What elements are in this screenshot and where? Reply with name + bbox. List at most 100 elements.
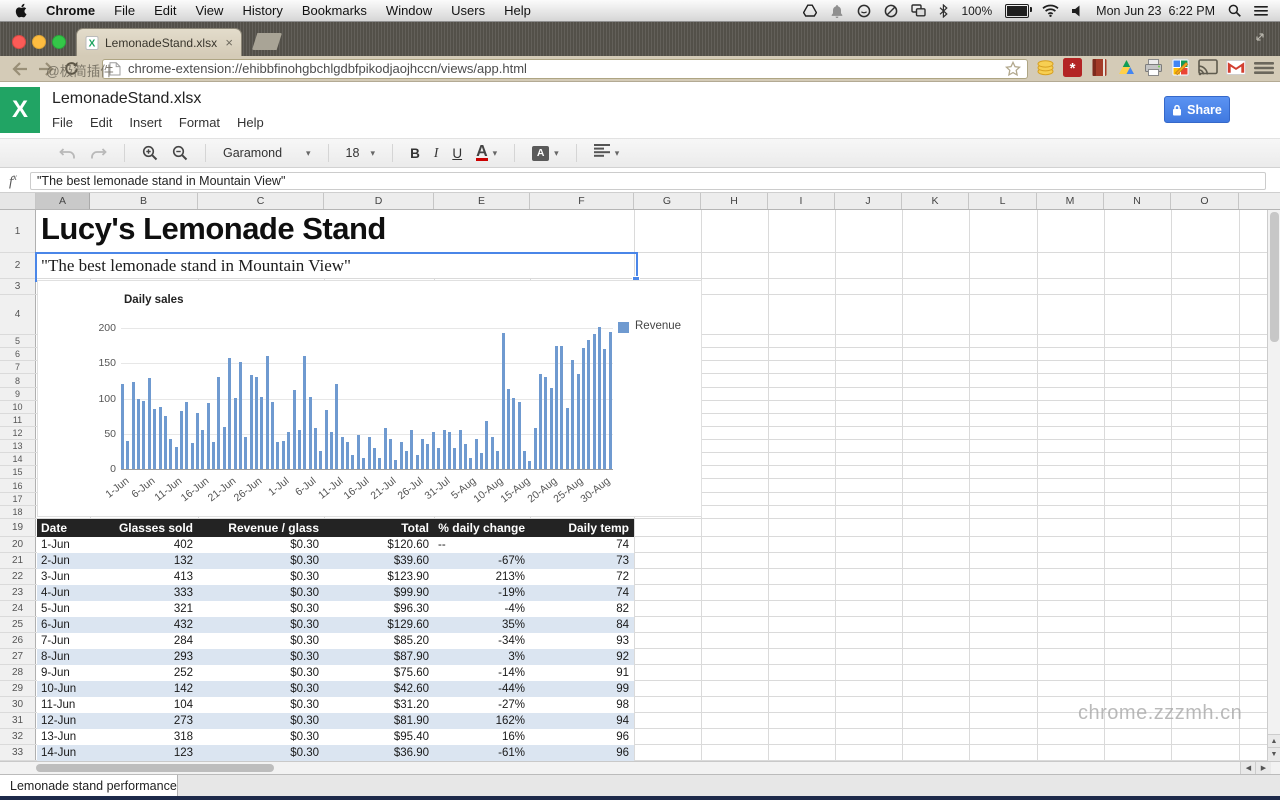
fill-color-button[interactable]: A ▾: [532, 145, 559, 161]
table-cell[interactable]: -14%: [434, 665, 530, 681]
table-cell[interactable]: $0.30: [198, 601, 324, 617]
window-resize-icon[interactable]: [1254, 30, 1266, 48]
redo-button[interactable]: [90, 147, 107, 160]
column-header-d[interactable]: D: [324, 193, 434, 209]
table-cell[interactable]: 9-Jun: [37, 665, 90, 681]
back-button[interactable]: [12, 62, 28, 76]
table-cell[interactable]: -34%: [434, 633, 530, 649]
table-cell[interactable]: 10-Jun: [37, 681, 90, 697]
row-header-26[interactable]: 26: [0, 633, 36, 648]
mac-menu-bookmarks[interactable]: Bookmarks: [302, 3, 367, 18]
table-cell[interactable]: 7-Jun: [37, 633, 90, 649]
table-cell[interactable]: 402: [90, 537, 198, 553]
row-header-5[interactable]: 5: [0, 335, 36, 347]
row-header-16[interactable]: 16: [0, 479, 36, 492]
bookmark-star-icon[interactable]: [1005, 60, 1021, 77]
table-header-cell[interactable]: % daily change: [434, 519, 530, 537]
table-cell[interactable]: 14-Jun: [37, 745, 90, 761]
column-header-k[interactable]: K: [902, 193, 969, 209]
table-cell[interactable]: $75.60: [324, 665, 434, 681]
table-cell[interactable]: 73: [530, 553, 634, 569]
scroll-right-arrow[interactable]: ▶: [1255, 762, 1271, 774]
table-cell[interactable]: $0.30: [198, 569, 324, 585]
table-header-cell[interactable]: Revenue / glass: [198, 519, 324, 537]
table-cell[interactable]: 82: [530, 601, 634, 617]
table-cell[interactable]: $42.60: [324, 681, 434, 697]
table-cell[interactable]: $129.60: [324, 617, 434, 633]
mac-menu-file[interactable]: File: [114, 3, 135, 18]
table-cell[interactable]: -4%: [434, 601, 530, 617]
apple-icon[interactable]: [14, 3, 27, 18]
table-cell[interactable]: 12-Jun: [37, 713, 90, 729]
window-minimize-button[interactable]: [32, 35, 46, 49]
table-cell[interactable]: 321: [90, 601, 198, 617]
drive-extension-icon[interactable]: [1117, 58, 1136, 77]
do-not-disturb-icon[interactable]: [884, 4, 898, 18]
table-cell[interactable]: 13-Jun: [37, 729, 90, 745]
mac-menu-chrome[interactable]: Chrome: [46, 3, 95, 18]
table-cell[interactable]: $99.90: [324, 585, 434, 601]
menu-extension-icon[interactable]: [1254, 60, 1274, 76]
scroll-up-arrow[interactable]: ▲: [1268, 734, 1280, 748]
mac-menu-users[interactable]: Users: [451, 3, 485, 18]
table-cell[interactable]: 96: [530, 729, 634, 745]
table-cell[interactable]: 91: [530, 665, 634, 681]
column-header-m[interactable]: M: [1037, 193, 1104, 209]
table-cell[interactable]: 252: [90, 665, 198, 681]
cast-extension-icon[interactable]: [1198, 59, 1218, 76]
table-cell[interactable]: $0.30: [198, 713, 324, 729]
table-cell[interactable]: -44%: [434, 681, 530, 697]
row-header-33[interactable]: 33: [0, 745, 36, 760]
app-menu-format[interactable]: Format: [179, 115, 220, 130]
table-header-cell[interactable]: Total: [324, 519, 434, 537]
row-header-7[interactable]: 7: [0, 361, 36, 373]
mac-menu-help[interactable]: Help: [504, 3, 531, 18]
font-size-select[interactable]: 18 ▾: [346, 146, 376, 160]
table-cell[interactable]: $0.30: [198, 553, 324, 569]
window-close-button[interactable]: [12, 35, 26, 49]
drive-icon[interactable]: [803, 4, 818, 17]
table-cell[interactable]: 273: [90, 713, 198, 729]
table-cell[interactable]: $0.30: [198, 665, 324, 681]
row-header-30[interactable]: 30: [0, 697, 36, 712]
column-header-h[interactable]: H: [701, 193, 768, 209]
coins-extension-icon[interactable]: [1036, 58, 1055, 77]
column-header-e[interactable]: E: [434, 193, 530, 209]
row-header-15[interactable]: 15: [0, 466, 36, 478]
wifi-icon[interactable]: [1042, 4, 1059, 17]
book-extension-icon[interactable]: [1090, 58, 1109, 77]
table-cell[interactable]: 99: [530, 681, 634, 697]
row-header-22[interactable]: 22: [0, 569, 36, 584]
table-cell[interactable]: 413: [90, 569, 198, 585]
mirroring-icon[interactable]: [911, 4, 927, 17]
table-cell[interactable]: $0.30: [198, 697, 324, 713]
window-zoom-button[interactable]: [52, 35, 66, 49]
mac-menu-edit[interactable]: Edit: [154, 3, 176, 18]
table-cell[interactable]: $0.30: [198, 585, 324, 601]
gmail-extension-icon[interactable]: [1226, 60, 1246, 75]
bluetooth-icon[interactable]: [939, 3, 949, 18]
table-cell[interactable]: 132: [90, 553, 198, 569]
table-cell[interactable]: $120.60: [324, 537, 434, 553]
table-cell[interactable]: 333: [90, 585, 198, 601]
row-header-8[interactable]: 8: [0, 374, 36, 387]
align-button[interactable]: ▾: [593, 144, 619, 162]
table-cell[interactable]: 16%: [434, 729, 530, 745]
column-header-n[interactable]: N: [1104, 193, 1171, 209]
table-cell[interactable]: 72: [530, 569, 634, 585]
column-header-l[interactable]: L: [969, 193, 1037, 209]
table-cell[interactable]: 1-Jun: [37, 537, 90, 553]
table-cell[interactable]: $123.90: [324, 569, 434, 585]
row-header-21[interactable]: 21: [0, 553, 36, 568]
mac-menu-history[interactable]: History: [242, 3, 282, 18]
app-menu-insert[interactable]: Insert: [129, 115, 162, 130]
address-bar[interactable]: chrome-extension://ehibbfinohgbchlgdbfpi…: [102, 58, 1028, 79]
volume-icon[interactable]: [1072, 5, 1083, 17]
zoom-out-button[interactable]: [172, 145, 188, 161]
table-cell[interactable]: 94: [530, 713, 634, 729]
table-cell[interactable]: $39.60: [324, 553, 434, 569]
row-header-17[interactable]: 17: [0, 493, 36, 505]
table-cell[interactable]: $31.20: [324, 697, 434, 713]
undo-button[interactable]: [59, 147, 76, 160]
table-cell[interactable]: 4-Jun: [37, 585, 90, 601]
